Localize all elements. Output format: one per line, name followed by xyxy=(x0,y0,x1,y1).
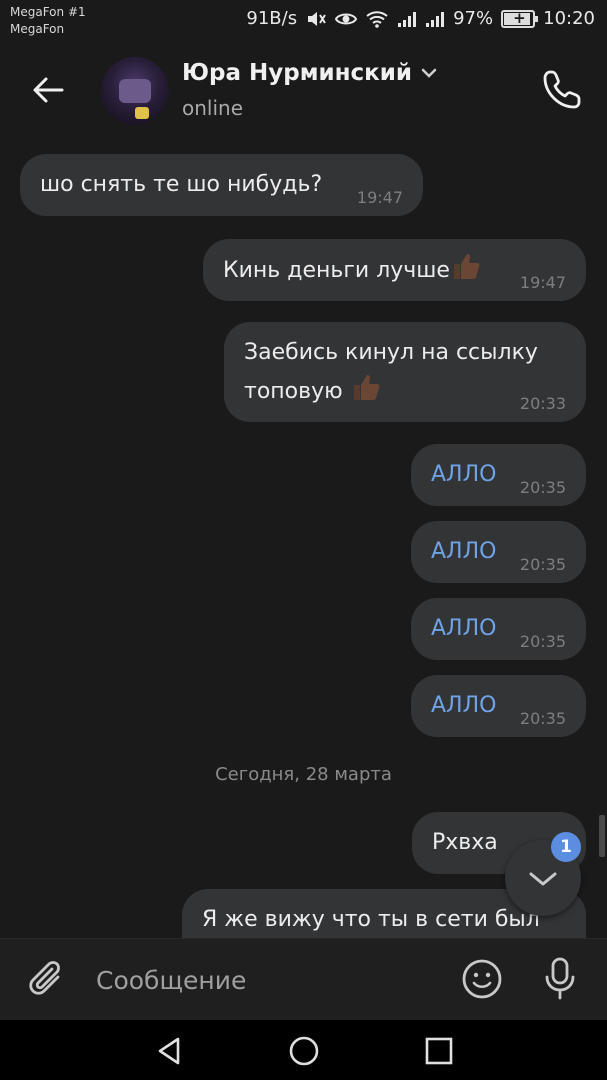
message-time: 20:35 xyxy=(519,632,566,651)
message-time: 20:33 xyxy=(519,394,566,413)
message-outgoing[interactable]: АЛЛО 20:35 xyxy=(411,675,586,737)
system-nav-bar xyxy=(0,1020,607,1080)
message-outgoing[interactable]: АЛЛО 20:35 xyxy=(411,598,586,660)
phone-icon[interactable] xyxy=(540,66,586,112)
thumbs-up-icon xyxy=(353,375,380,400)
chevron-down-icon xyxy=(420,64,438,83)
contact-status: online xyxy=(182,96,244,120)
signal-icon-2 xyxy=(425,10,445,28)
paperclip-icon[interactable] xyxy=(28,959,68,1001)
smiley-icon[interactable] xyxy=(460,957,504,1001)
message-outgoing[interactable]: Кинь деньги лучше 19:47 xyxy=(203,239,586,301)
microphone-icon[interactable] xyxy=(540,955,580,1003)
contact-name-row[interactable]: Юра Нурминский xyxy=(182,60,438,86)
chat-header: Юра Нурминский online xyxy=(0,44,607,140)
contact-name: Юра Нурминский xyxy=(182,60,412,86)
nav-home-icon[interactable] xyxy=(287,1034,321,1068)
nav-back-icon[interactable] xyxy=(152,1034,186,1068)
message-input[interactable] xyxy=(96,959,436,1001)
mute-icon xyxy=(305,9,327,29)
message-outgoing[interactable]: Заебись кинул на ссылку топовую 20:33 xyxy=(224,322,586,422)
message-text: шо снять те шо нибудь? xyxy=(40,172,323,197)
wifi-icon xyxy=(365,10,389,28)
back-arrow-icon[interactable] xyxy=(28,70,68,110)
carrier-secondary: MegaFon xyxy=(10,22,65,36)
network-speed: 91B/s xyxy=(246,8,298,29)
status-bar: MegaFon #1 MegaFon 91B/s 97% + 10:20 xyxy=(0,0,607,44)
thumbs-up-icon xyxy=(453,254,480,279)
battery-percent: 97% xyxy=(453,8,494,29)
message-outgoing[interactable]: АЛЛО 20:35 xyxy=(411,444,586,506)
message-time: 19:47 xyxy=(356,188,403,207)
carrier-label: MegaFon #1 MegaFon xyxy=(10,4,86,38)
nav-recents-icon[interactable] xyxy=(422,1034,456,1068)
date-separator: Сегодня, 28 марта xyxy=(215,764,392,785)
status-icons: 91B/s 97% + 10:20 xyxy=(246,8,595,29)
avatar[interactable] xyxy=(101,57,169,125)
battery-icon: + xyxy=(501,9,539,28)
message-time: 20:35 xyxy=(519,478,566,497)
eye-icon xyxy=(335,11,358,27)
message-text: Кинь деньги лучше xyxy=(223,258,450,283)
message-time: 20:35 xyxy=(519,555,566,574)
scrollbar[interactable] xyxy=(599,815,605,857)
carrier-primary: MegaFon #1 xyxy=(10,5,86,19)
message-text-line2: топовую xyxy=(244,379,343,404)
message-time: 20:35 xyxy=(519,709,566,728)
message-text: Заебись кинул на ссылку xyxy=(244,340,538,365)
message-outgoing[interactable]: АЛЛО 20:35 xyxy=(411,521,586,583)
unread-badge: 1 xyxy=(551,832,581,862)
message-time: 19:47 xyxy=(519,273,566,292)
message-incoming[interactable]: шо снять те шо нибудь? 19:47 xyxy=(20,154,423,216)
clock: 10:20 xyxy=(543,8,595,29)
signal-icon-1 xyxy=(397,10,417,28)
message-composer xyxy=(0,938,607,1020)
